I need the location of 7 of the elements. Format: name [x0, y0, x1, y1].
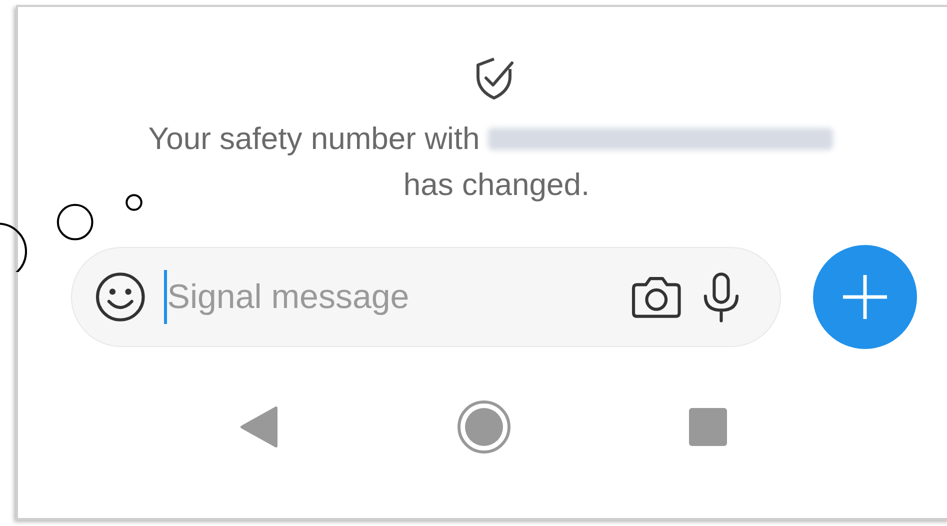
safety-notice-text: Your safety number with: [148, 121, 480, 157]
back-icon[interactable]: [240, 406, 280, 448]
home-icon[interactable]: [456, 399, 512, 455]
message-input-field[interactable]: Signal message: [164, 270, 612, 324]
safety-notice-text: has changed.: [403, 167, 590, 203]
recent-apps-icon[interactable]: [688, 407, 728, 447]
message-composer-field[interactable]: Signal message: [70, 247, 780, 347]
